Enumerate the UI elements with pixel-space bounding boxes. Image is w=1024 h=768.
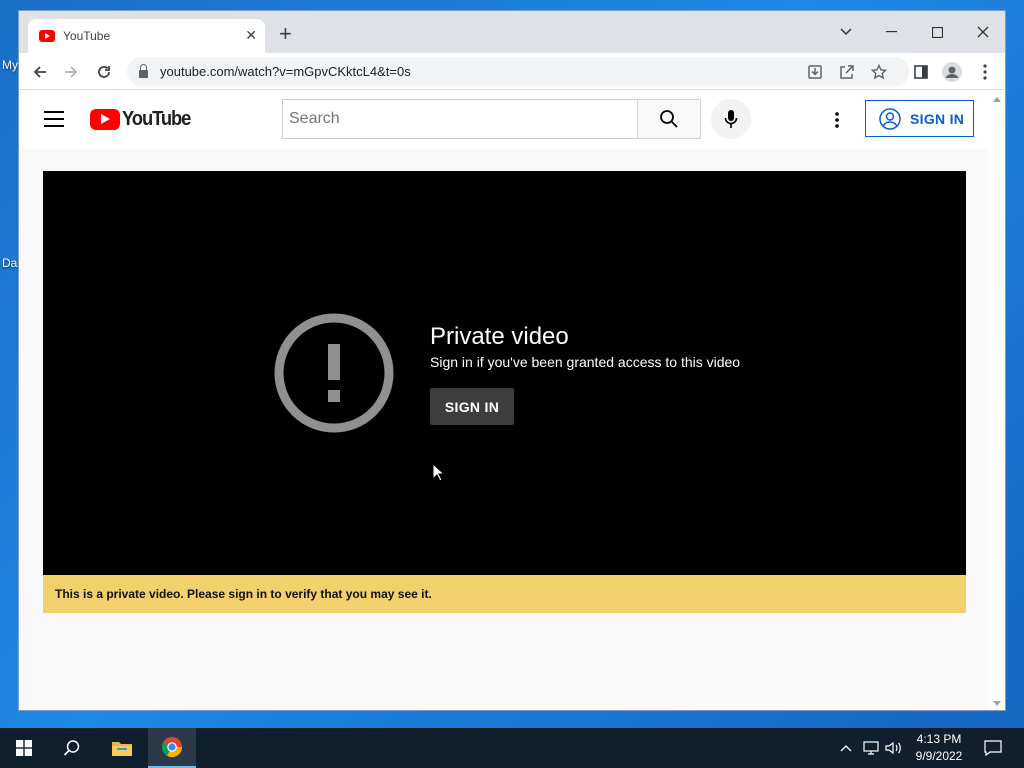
private-video-title: Private video [430, 323, 569, 350]
new-tab-button[interactable]: + [279, 23, 292, 45]
browser-toolbar: youtube.com/watch?v=mGpvCKktcL4&t=0s [19, 53, 1005, 90]
more-vertical-icon[interactable] [974, 61, 996, 83]
chrome-taskbar-button[interactable] [148, 728, 196, 768]
tab-search-icon[interactable] [823, 17, 869, 47]
address-bar[interactable]: youtube.com/watch?v=mGpvCKktcL4&t=0s [127, 57, 909, 86]
search-button[interactable] [637, 99, 701, 139]
reload-icon [98, 66, 110, 78]
show-hidden-icons-chevron-icon[interactable] [836, 728, 856, 768]
youtube-header: YouTube SIGN IN [19, 91, 991, 149]
hamburger-menu-icon[interactable] [44, 111, 64, 127]
side-panel-icon[interactable] [910, 61, 932, 83]
warning-text: This is a private video. Please sign in … [55, 587, 432, 601]
start-button[interactable] [0, 728, 48, 768]
clock-time: 4:13 PM [916, 732, 962, 746]
tab-title: YouTube [63, 29, 111, 43]
youtube-logo[interactable]: YouTube [90, 108, 196, 131]
search-taskbar-button[interactable] [48, 728, 96, 768]
browser-tab[interactable]: YouTube ✕ [28, 19, 265, 53]
maximize-button[interactable] [914, 17, 960, 47]
arrow-right-icon [65, 66, 78, 78]
install-icon[interactable] [805, 62, 825, 82]
share-icon[interactable] [837, 62, 857, 82]
alert-circle-icon [274, 313, 394, 433]
network-icon[interactable] [860, 728, 882, 768]
sign-in-label: SIGN IN [910, 110, 965, 127]
chrome-icon [161, 737, 183, 758]
back-button[interactable] [29, 61, 51, 83]
file-explorer-button[interactable] [98, 728, 146, 768]
account-circle-icon [879, 107, 901, 130]
star-icon[interactable] [869, 62, 889, 82]
minimize-button[interactable] [868, 17, 914, 47]
player-sign-in-button[interactable]: SIGN IN [430, 388, 514, 425]
tab-close-icon[interactable]: ✕ [245, 27, 257, 43]
clock-date: 9/9/2022 [915, 749, 963, 763]
youtube-favicon-icon [39, 30, 55, 42]
folder-icon [112, 742, 132, 756]
page-scrollbar[interactable] [989, 91, 1005, 710]
arrow-left-icon [33, 66, 46, 78]
video-player[interactable]: Private video Sign in if you've been gra… [43, 171, 966, 575]
scroll-up-icon[interactable] [993, 97, 1001, 102]
youtube-page: YouTube SIGN IN Private vide [19, 91, 991, 710]
reload-button[interactable] [93, 61, 115, 83]
microphone-icon [724, 110, 738, 128]
mouse-cursor-icon [432, 462, 446, 488]
youtube-play-icon [90, 109, 120, 130]
system-clock[interactable]: 4:13 PM 9/9/2022 [903, 731, 975, 765]
forward-button[interactable] [60, 61, 82, 83]
scroll-down-icon[interactable] [993, 701, 1001, 706]
url-text[interactable]: youtube.com/watch?v=mGpvCKktcL4&t=0s [160, 64, 411, 79]
settings-more-icon[interactable] [827, 109, 847, 131]
private-video-warning: This is a private video. Please sign in … [43, 575, 966, 613]
profile-icon[interactable] [941, 61, 963, 83]
notification-center-icon[interactable] [976, 728, 1010, 768]
title-bar: YouTube ✕ + [19, 11, 1005, 53]
youtube-logo-text: YouTube [122, 108, 191, 130]
private-video-subtitle: Sign in if you've been granted access to… [430, 354, 741, 370]
microphone-button[interactable] [711, 99, 751, 139]
search-icon [660, 110, 678, 128]
lock-icon[interactable] [139, 63, 148, 78]
desktop-icon-label[interactable]: Da [2, 256, 17, 270]
windows-taskbar: 4:13 PM 9/9/2022 [0, 728, 1024, 768]
search-icon [63, 740, 80, 756]
browser-window: YouTube ✕ + youtube.com/watch?v=mGpvCKkt… [18, 10, 1006, 711]
close-window-button[interactable] [960, 17, 1005, 47]
desktop-icon-label[interactable]: My [2, 58, 18, 72]
windows-logo-icon [16, 740, 32, 756]
search-input[interactable] [282, 99, 638, 139]
volume-icon[interactable] [883, 728, 905, 768]
sign-in-button[interactable]: SIGN IN [865, 100, 974, 137]
